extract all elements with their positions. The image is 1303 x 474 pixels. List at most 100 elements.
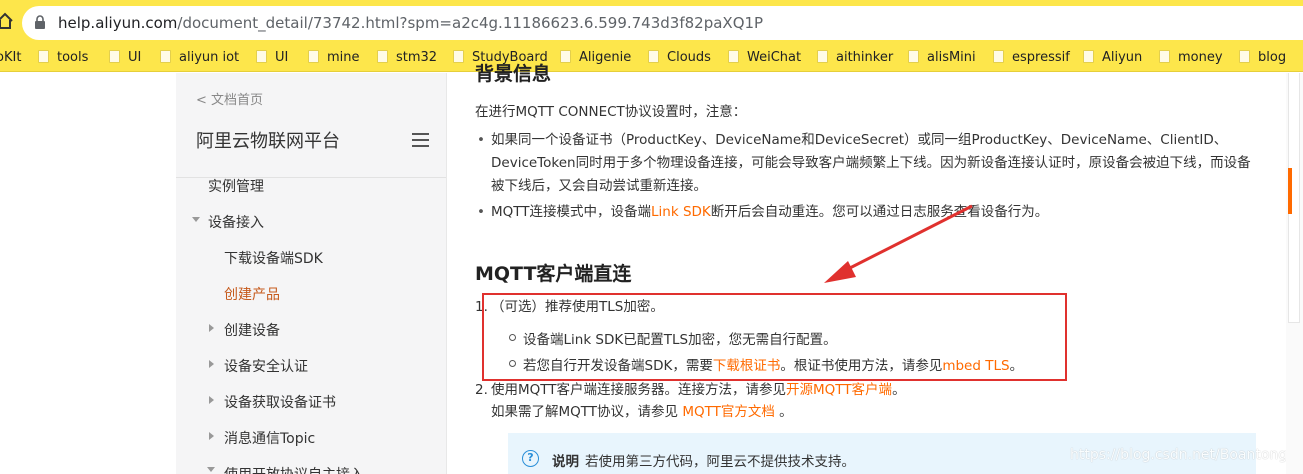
folder-icon <box>728 50 739 63</box>
bookmark-item[interactable]: WeiChat <box>728 49 801 67</box>
bullet-text: 断开后会自动重连。您可以通过日志服务查看设备行为。 <box>710 204 1049 220</box>
bookmark-label: alisMini <box>927 50 976 65</box>
sidebar-item-device-access[interactable]: 设备接入 <box>208 212 264 232</box>
bookmark-item[interactable]: aithinker <box>817 49 893 67</box>
bookmark-label: blog <box>1258 50 1287 65</box>
lock-icon <box>35 15 45 29</box>
bookmark-item[interactable]: Aliyun <box>1083 49 1142 67</box>
folder-icon <box>453 50 464 63</box>
sidebar-item-get-cert[interactable]: 设备获取设备证书 <box>224 392 336 412</box>
caret-down-icon[interactable] <box>207 467 215 472</box>
bookmark-label: UI <box>128 50 142 65</box>
bookmark-label: oKIt <box>0 50 22 65</box>
folder-icon <box>993 50 1004 63</box>
bookmark-label: stm32 <box>396 50 438 65</box>
bookmark-item[interactable]: Clouds <box>648 49 711 67</box>
url-text: help.aliyun.com/document_detail/73742.ht… <box>58 14 763 32</box>
caret-right-icon[interactable] <box>209 432 214 440</box>
bookmark-label: Aligenie <box>579 50 632 65</box>
open-mqtt-client-link[interactable]: 开源MQTT客户端 <box>786 382 892 398</box>
caret-right-icon[interactable] <box>209 360 214 368</box>
bookmark-label: espressif <box>1012 50 1070 65</box>
section-title: MQTT客户端直连 <box>475 263 632 285</box>
sidebar-item-topic[interactable]: 消息通信Topic <box>224 428 315 448</box>
bookmark-label: UI <box>275 50 289 65</box>
bullet-text: MQTT连接模式中，设备端 <box>491 204 652 220</box>
bookmark-item[interactable]: tools <box>38 49 88 67</box>
folder-icon <box>1159 50 1170 63</box>
doc-sidebar: < 文档首页 阿里云物联网平台 实例管理 设备接入 下载设备端SDK 创建产品 … <box>176 73 447 474</box>
bookmark-item[interactable]: oKIt <box>0 49 21 67</box>
bullet-item: 如果同一个设备证书（ProductKey、DeviceName和DeviceSe… <box>477 129 1251 198</box>
folder-icon <box>109 50 120 63</box>
section-heading: 背景信息 <box>475 63 552 85</box>
folder-icon <box>256 50 267 63</box>
step-text: 使用MQTT客户端连接服务器。连接方法，请参见 <box>491 382 787 398</box>
caret-right-icon[interactable] <box>209 324 214 332</box>
folder-icon <box>648 50 659 63</box>
bookmark-item[interactable]: blog <box>1239 49 1286 67</box>
bookmark-item[interactable]: UI <box>256 49 288 67</box>
page-viewport: < 文档首页 阿里云物联网平台 实例管理 设备接入 下载设备端SDK 创建产品 … <box>0 63 1303 474</box>
folder-icon <box>908 50 919 63</box>
bookmark-item[interactable]: money <box>1159 49 1223 67</box>
menu-icon[interactable] <box>412 133 429 147</box>
caret-down-icon[interactable] <box>192 217 200 222</box>
bookmark-label: mine <box>327 50 360 65</box>
sidebar-item-create-device[interactable]: 创建设备 <box>224 320 280 340</box>
intro-text: 在进行MQTT CONNECT协议设置时，注意： <box>475 104 747 120</box>
bookmark-label: aithinker <box>836 50 894 65</box>
sidebar-item-create-product[interactable]: 创建产品 <box>224 284 280 304</box>
folder-icon <box>308 50 319 63</box>
folder-icon <box>1083 50 1094 63</box>
note-text: 说明 若使用第三方代码，阿里云不提供技术支持。 <box>552 450 855 470</box>
step-item-line: 如果需了解MQTT协议，请参见 MQTT官方文档 。 <box>491 401 793 424</box>
step-text: 如果需了解MQTT协议，请参见 <box>491 404 683 420</box>
scroll-progress-indicator <box>1288 168 1292 214</box>
caret-right-icon[interactable] <box>209 396 214 404</box>
bookmark-item[interactable]: mine <box>308 49 360 67</box>
bookmark-label: Clouds <box>667 50 711 65</box>
doc-content: 背景信息 在进行MQTT CONNECT协议设置时，注意： 如果同一个设备证书（… <box>475 63 1265 474</box>
bullet-item: MQTT连接模式中，设备端Link SDK断开后会自动重连。您可以通过日志服务查… <box>477 201 1251 224</box>
step-text: 。 <box>892 382 906 398</box>
note-label: 说明 <box>552 454 579 470</box>
url-host: help.aliyun.com <box>58 14 178 32</box>
note-body: 若使用第三方代码，阿里云不提供技术支持。 <box>585 454 855 470</box>
step-number: 2. <box>475 382 488 398</box>
bookmark-label: WeiChat <box>747 50 802 65</box>
bookmark-item[interactable]: UI <box>109 49 141 67</box>
step-item: 2. 使用MQTT客户端连接服务器。连接方法，请参见开源MQTT客户端。 <box>475 379 906 402</box>
mqtt-doc-link[interactable]: MQTT官方文档 <box>682 404 775 420</box>
address-bar: help.aliyun.com/document_detail/73742.ht… <box>0 0 1303 44</box>
sidebar-item-instance[interactable]: 实例管理 <box>208 176 264 196</box>
question-icon: ? <box>522 450 539 467</box>
sidebar-title: 阿里云物联网平台 <box>196 131 340 152</box>
bookmark-label: aliyun iot <box>179 50 240 65</box>
home-icon[interactable] <box>0 12 14 30</box>
sidebar-item-download-sdk[interactable]: 下载设备端SDK <box>224 248 323 268</box>
sidebar-item-security-auth[interactable]: 设备安全认证 <box>224 356 308 376</box>
step-text: 。 <box>774 404 793 420</box>
link-sdk-link[interactable]: Link SDK <box>651 204 711 220</box>
highlight-box <box>482 293 1067 381</box>
folder-icon <box>377 50 388 63</box>
url-input[interactable]: help.aliyun.com/document_detail/73742.ht… <box>22 6 1303 40</box>
bookmark-item[interactable]: stm32 <box>377 49 437 67</box>
bookmark-item[interactable]: alisMini <box>908 49 976 67</box>
bookmark-item[interactable]: aliyun iot <box>160 49 239 67</box>
folder-icon <box>38 50 49 63</box>
back-to-docs-link[interactable]: < 文档首页 <box>196 89 263 108</box>
bookmark-label: money <box>1178 50 1223 65</box>
sidebar-item-open-protocol[interactable]: 使用开放协议自主接入 <box>224 464 364 474</box>
bookmark-item[interactable]: Aligenie <box>560 49 631 67</box>
bookmark-label: Aliyun <box>1102 50 1143 65</box>
watermark: https://blog.csdn.net/Boantong_ <box>1070 447 1295 463</box>
folder-icon <box>1239 50 1250 63</box>
url-path: /document_detail/73742.html?spm=a2c4g.11… <box>177 14 764 32</box>
bookmarks-bar: oKIt tools UI aliyun iot UI mine stm32 S… <box>0 44 1303 72</box>
bookmark-item[interactable]: espressif <box>993 49 1070 67</box>
bookmark-label: tools <box>57 50 89 65</box>
folder-icon <box>160 50 171 63</box>
folder-icon <box>560 50 571 63</box>
